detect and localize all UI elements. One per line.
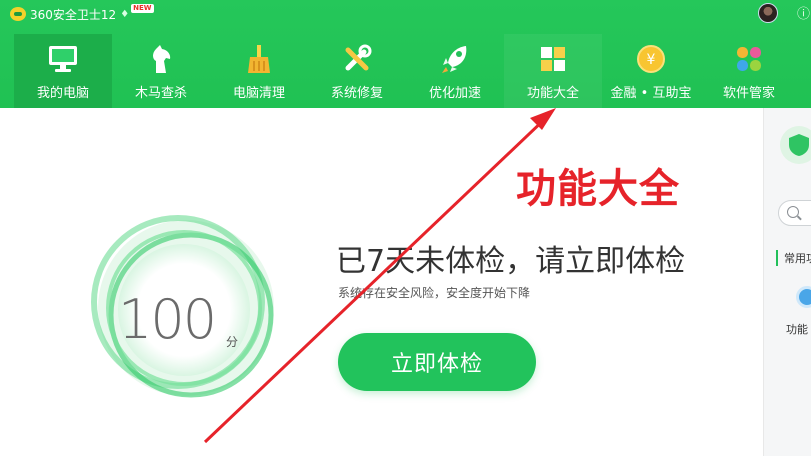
annotation-arrow [203,108,556,444]
